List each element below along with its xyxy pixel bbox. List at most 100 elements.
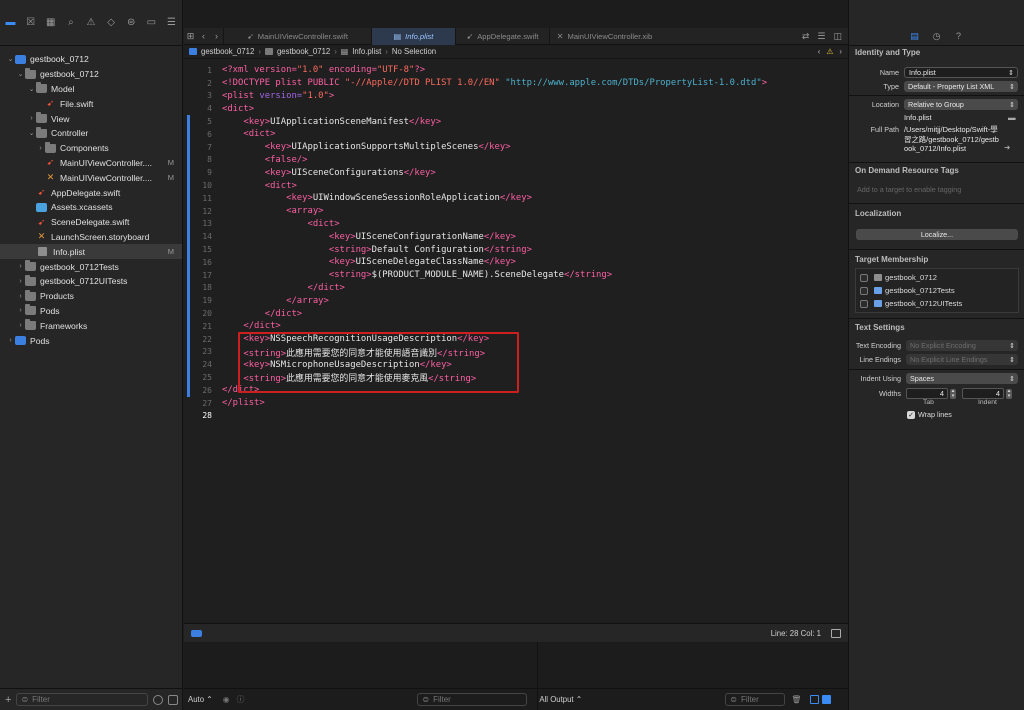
debug-toggle-icon[interactable] [191, 629, 202, 637]
name-row: Name Info.plist [849, 67, 1024, 78]
tree-item[interactable]: › Frameworks [0, 318, 182, 333]
tree-item[interactable]: Assets.xcassets [0, 200, 182, 215]
encoding-select[interactable]: No Explicit Encoding [906, 340, 1018, 351]
type-select[interactable]: Default - Property List XML [904, 81, 1018, 92]
tree-item[interactable]: › Pods [0, 304, 182, 319]
minimap-icon[interactable] [831, 628, 841, 638]
tree-item[interactable]: › gestbook_0712UITests [0, 274, 182, 289]
breadcrumb-item[interactable]: gestbook_0712 [201, 47, 254, 56]
tree-item[interactable]: ➹ AppDelegate.swift [0, 185, 182, 200]
back-icon[interactable]: ‹ [197, 31, 210, 41]
disclosure-open-icon[interactable]: ⌄ [27, 129, 36, 137]
breadcrumb-item[interactable]: No Selection [392, 47, 436, 56]
tab-mainuiviewcontroller-swift[interactable]: ➹ MainUIViewController.swift [223, 27, 371, 45]
target-checkbox[interactable] [860, 299, 868, 308]
code-line: 13 <dict> [184, 218, 848, 231]
forward-icon[interactable]: › [210, 31, 223, 41]
tree-item[interactable]: ⌄ gestbook_0712 [0, 67, 182, 82]
next-issue-icon[interactable]: › [839, 47, 842, 56]
disclosure-closed-icon[interactable]: › [27, 115, 36, 122]
tree-item[interactable]: ⌄ gestbook_0712 [0, 52, 182, 67]
disclosure-open-icon[interactable]: ⌄ [27, 85, 36, 93]
variables-view-toggle-icon[interactable] [810, 695, 820, 704]
find-icon[interactable]: ⌕ [64, 16, 77, 30]
folder-icon[interactable]: ▬ [4, 16, 17, 30]
tree-item[interactable]: ➹ MainUIViewController.... M [0, 156, 182, 171]
tree-item[interactable]: › Components [0, 141, 182, 156]
report-icon[interactable]: ☰ [165, 16, 178, 30]
tree-item[interactable]: ⌄ Model [0, 82, 182, 97]
auto-variables-select[interactable]: Auto ⌃ [188, 695, 213, 704]
console-view-toggle-icon[interactable] [822, 695, 832, 704]
tree-item[interactable]: › gestbook_0712Tests [0, 259, 182, 274]
grid-icon[interactable]: ⊞ [184, 31, 197, 42]
breadcrumb-item[interactable]: Info.plist [352, 47, 381, 56]
debug-icon[interactable]: ⊜ [125, 16, 138, 30]
tree-item[interactable]: ➹ File.swift [0, 96, 182, 111]
tree-item[interactable]: ⌄ Controller [0, 126, 182, 141]
code-token: <dict> [264, 180, 297, 191]
indent-width-stepper[interactable]: ▴ ▾ [1006, 388, 1012, 399]
tree-item[interactable]: ➹ SceneDelegate.swift [0, 215, 182, 230]
tab-mainuiviewcontroller-xib[interactable]: ✕ MainUIViewController.xib [549, 27, 659, 45]
console-filter-input[interactable]: ⊜ Filter [725, 693, 786, 706]
breakpoint-icon[interactable]: ▭ [145, 16, 158, 30]
tree-item-selected[interactable]: Info.plist M [0, 244, 182, 260]
eye-icon[interactable]: ◉ [223, 695, 230, 704]
disclosure-open-icon[interactable]: ⌄ [6, 55, 15, 63]
tab-label: MainUIViewController.swift [257, 31, 348, 41]
tree-item[interactable]: › Pods [0, 333, 182, 348]
disclosure-closed-icon[interactable]: › [6, 337, 15, 344]
tab-width-field[interactable]: 4 [906, 388, 948, 399]
tab-appdelegate-swift[interactable]: ➹ AppDelegate.swift [455, 27, 549, 45]
navigator-filter-input[interactable]: ⊜ Filter [16, 693, 148, 706]
code-token: UIWindowSceneSessionRoleApplication [312, 193, 500, 204]
info-icon[interactable]: ⓘ [237, 694, 245, 705]
target-checkbox[interactable] [860, 273, 868, 282]
breadcrumb-item[interactable]: gestbook_0712 [277, 47, 330, 56]
swift-file-icon: ➹ [46, 157, 55, 168]
scm-filter-icon[interactable] [168, 694, 178, 705]
source-control-icon[interactable]: ☒ [24, 16, 37, 30]
target-checkbox[interactable] [860, 286, 868, 295]
warning-icon[interactable]: ⚠ [84, 16, 97, 30]
symbol-icon[interactable]: ▦ [44, 16, 57, 30]
disclosure-open-icon[interactable]: ⌄ [16, 70, 25, 78]
split-editor-icon[interactable]: ◫ [833, 31, 842, 42]
test-icon[interactable]: ◇ [105, 16, 118, 30]
tree-item[interactable]: ✕ LaunchScreen.storyboard [0, 230, 182, 245]
disclosure-closed-icon[interactable]: › [16, 307, 25, 314]
reveal-in-finder-icon[interactable]: ➜ [1004, 143, 1010, 152]
tab-width-stepper[interactable]: ▴ ▾ [950, 388, 956, 399]
indent-select[interactable]: Spaces [906, 373, 1018, 384]
tree-item[interactable]: ✕ MainUIViewController.... M [0, 170, 182, 185]
disclosure-closed-icon[interactable]: › [16, 278, 25, 285]
trash-icon[interactable]: 🗑 [791, 695, 801, 704]
wrap-lines-checkbox[interactable]: ✓ [907, 410, 915, 419]
adjust-editor-icon[interactable]: ☰ [817, 31, 825, 42]
help-inspector-icon[interactable]: ? [954, 31, 964, 41]
add-icon[interactable]: + [5, 694, 11, 706]
prev-issue-icon[interactable]: ‹ [818, 47, 821, 56]
disclosure-closed-icon[interactable]: › [36, 145, 45, 152]
folder-icon[interactable]: ▬ [1008, 113, 1016, 122]
recent-files-icon[interactable] [153, 694, 163, 705]
disclosure-closed-icon[interactable]: › [16, 263, 25, 270]
history-inspector-icon[interactable]: ◷ [932, 31, 942, 41]
file-inspector-icon[interactable]: ▤ [910, 31, 920, 41]
location-select[interactable]: Relative to Group [904, 99, 1018, 110]
warning-icon[interactable]: ⚠ [826, 47, 833, 56]
line-endings-select[interactable]: No Explicit Line Endings [906, 354, 1018, 365]
swap-icon[interactable]: ⇄ [802, 31, 810, 42]
tab-info-plist[interactable]: ▤ Info.plist [371, 27, 455, 45]
tree-item[interactable]: › View [0, 111, 182, 126]
indent-width-field[interactable]: 4 [962, 388, 1004, 399]
line-number: 7 [207, 142, 212, 152]
name-field[interactable]: Info.plist [904, 67, 1018, 78]
localize-button[interactable]: Localize... [856, 229, 1018, 240]
disclosure-closed-icon[interactable]: › [16, 293, 25, 300]
disclosure-closed-icon[interactable]: › [16, 322, 25, 329]
console-output-select[interactable]: All Output ⌃ [539, 695, 582, 704]
variables-filter-input[interactable]: ⊜ Filter [417, 693, 528, 706]
tree-item[interactable]: › Products [0, 289, 182, 304]
